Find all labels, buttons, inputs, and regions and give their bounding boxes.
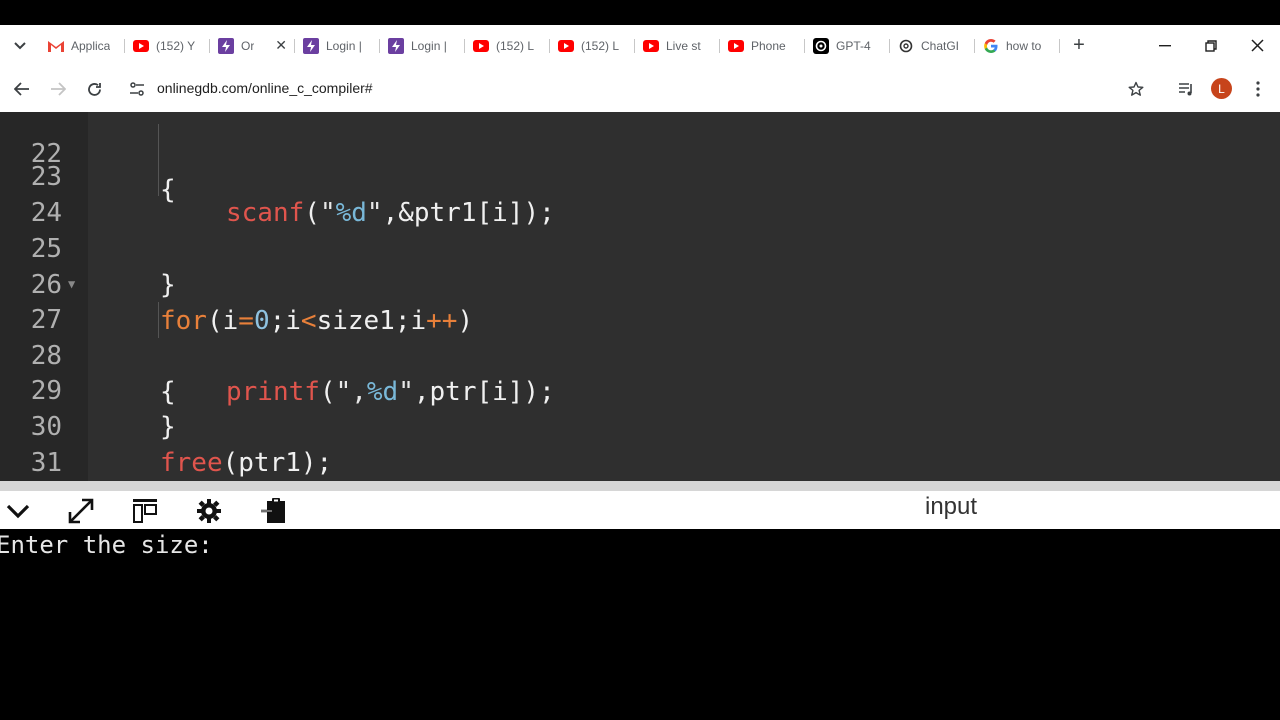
console-text: Enter the size: — [0, 531, 213, 559]
minimize-icon — [1159, 44, 1171, 46]
code-line: 32 } — [0, 445, 1280, 481]
chevron-down-icon — [6, 504, 30, 519]
expand-panel-button[interactable] — [66, 496, 96, 526]
tab-label: Login | — [326, 38, 362, 53]
code-line: 27 ▼ { — [0, 266, 1280, 407]
collapse-panel-button[interactable] — [3, 496, 33, 526]
openai-icon — [898, 38, 914, 54]
browser-menu-button[interactable] — [1245, 76, 1271, 102]
url-field[interactable]: onlinegdb.com/online_c_compiler# — [157, 80, 373, 96]
tab-label: (152) L — [496, 38, 535, 53]
bolt-icon — [218, 37, 234, 54]
output-panel-toolbar: input — [0, 491, 1280, 529]
panel-resize-handle[interactable] — [0, 481, 1280, 491]
tab-login[interactable]: Login | — [295, 25, 380, 66]
console-output[interactable]: Enter the size: — [0, 529, 1280, 720]
media-queue-icon — [1179, 83, 1192, 96]
code-line: 31 return 0; — [0, 409, 1280, 478]
media-control-button[interactable] — [1173, 76, 1199, 102]
bolt-icon — [388, 37, 404, 54]
layout-icon — [133, 499, 157, 523]
tab-youtube[interactable]: (152) L — [465, 25, 550, 66]
tab-label: Live st — [666, 38, 701, 53]
tab-gmail[interactable]: Applica — [40, 25, 125, 66]
google-icon — [983, 38, 999, 54]
arrow-right-icon — [51, 82, 66, 96]
openai-icon — [813, 37, 829, 54]
tab-label: how to — [1006, 38, 1042, 53]
tab-youtube[interactable]: (152) Y — [125, 25, 210, 66]
tab-google-search[interactable]: how to — [975, 25, 1060, 66]
code-line: 28 printf(",%d",ptr[i]); — [0, 302, 1280, 407]
gear-icon — [197, 499, 221, 523]
youtube-icon — [133, 38, 149, 54]
bookmark-button[interactable] — [1123, 76, 1149, 102]
tab-label: Phone — [751, 38, 786, 53]
arrow-left-icon — [14, 82, 29, 96]
tab-separator — [1059, 39, 1060, 53]
new-tab-button[interactable]: + — [1064, 25, 1094, 66]
tab-chatgpt[interactable]: ChatGI — [890, 25, 975, 66]
layout-toggle-button[interactable] — [130, 496, 160, 526]
reload-button[interactable] — [81, 76, 107, 102]
youtube-icon — [473, 38, 489, 54]
clipboard-icon — [261, 498, 285, 523]
back-button[interactable] — [9, 76, 35, 102]
tab-search-button[interactable] — [0, 25, 40, 66]
tab-label: Login | — [411, 38, 447, 53]
gmail-icon — [48, 38, 64, 54]
code-line: 25 } — [0, 195, 1280, 300]
close-tab-icon[interactable]: ✕ — [275, 37, 287, 54]
youtube-icon — [643, 38, 659, 54]
restore-button[interactable] — [1188, 25, 1234, 66]
star-icon — [1128, 81, 1144, 96]
tab-label: (152) L — [581, 38, 620, 53]
tab-gpt4[interactable]: GPT-4 — [805, 25, 890, 66]
close-icon — [1250, 39, 1264, 52]
tab-label: Or — [241, 38, 255, 53]
code-line: 24 — [0, 159, 1280, 228]
code-editor[interactable]: 22 { 23 scanf("%d",&ptr1[i]); 24 25 } 26… — [0, 112, 1280, 481]
fold-arrow-icon[interactable]: ▼ — [68, 266, 75, 302]
youtube-icon — [728, 38, 744, 54]
tab-youtube-live[interactable]: Live st — [635, 25, 720, 66]
chevron-down-icon — [14, 41, 26, 49]
expand-arrows-icon — [68, 498, 94, 524]
copy-output-button[interactable] — [258, 496, 288, 526]
code-line: 30 free(ptr1); — [0, 373, 1280, 478]
code-line: 23 scanf("%d",&ptr1[i]); — [0, 123, 1280, 228]
minimize-button[interactable] — [1142, 25, 1188, 66]
kebab-menu-icon — [1256, 81, 1260, 97]
browser-tab-strip: Applica (152) Y Or ✕ Login | Login | (15… — [0, 25, 1280, 66]
close-window-button[interactable] — [1234, 25, 1280, 66]
tab-youtube-phone[interactable]: Phone — [720, 25, 805, 66]
bolt-icon — [303, 37, 319, 54]
restore-icon — [1205, 39, 1217, 52]
tab-login[interactable]: Login | — [380, 25, 465, 66]
code-line: 26 for(i=0;i<size1;i++) — [0, 231, 1280, 336]
code-line: 29 } — [0, 337, 1280, 442]
tab-label: ChatGI — [921, 38, 960, 53]
tab-label: (152) Y — [156, 38, 196, 53]
reload-icon — [87, 82, 101, 96]
address-bar: onlinegdb.com/online_c_compiler# — [0, 66, 1280, 112]
profile-avatar[interactable]: L — [1211, 78, 1232, 99]
tab-youtube[interactable]: (152) L — [550, 25, 635, 66]
input-label: input — [925, 493, 978, 520]
screen-top-bar — [0, 0, 1280, 25]
tab-onlinegdb-active[interactable]: Or ✕ — [210, 25, 295, 66]
settings-button[interactable] — [194, 496, 224, 526]
youtube-icon — [558, 38, 574, 54]
site-info-icon[interactable] — [128, 80, 146, 98]
tab-label: Applica — [71, 38, 111, 53]
tab-label: GPT-4 — [836, 38, 871, 53]
forward-button[interactable] — [45, 76, 71, 102]
